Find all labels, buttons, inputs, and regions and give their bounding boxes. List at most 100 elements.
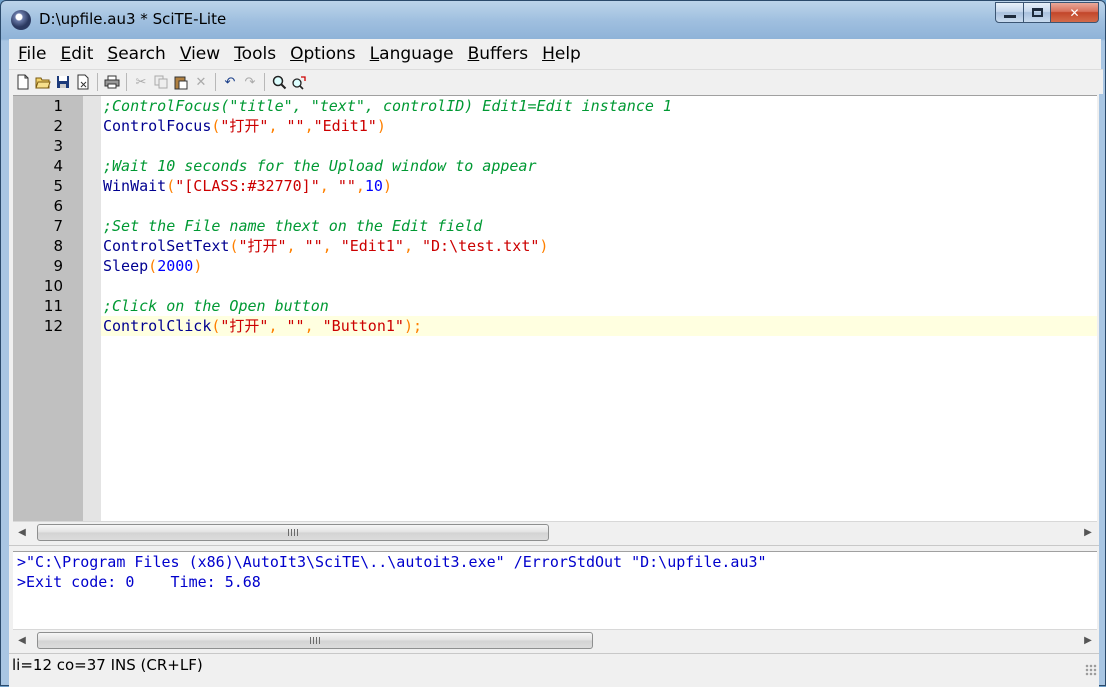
line-number: 12 (43, 317, 63, 335)
menu-options[interactable]: Options (283, 41, 363, 67)
scite-app-icon[interactable] (11, 10, 31, 30)
code-token: "D:\test.txt" (422, 237, 540, 255)
code-text: ;Click on the Open button (103, 296, 329, 316)
close-icon: ✕ (1069, 5, 1080, 20)
code-line[interactable]: 7 ;Set the File name thext on the Edit fi… (13, 216, 1097, 236)
code-token: , (355, 177, 365, 195)
code-token: ); (403, 317, 422, 335)
close-button[interactable]: ✕ (1051, 2, 1099, 23)
code-token: WinWait (103, 177, 167, 195)
delete-icon[interactable]: ✕ (191, 72, 211, 92)
code-line[interactable]: 10 (13, 276, 1097, 296)
menu-tools[interactable]: Tools (227, 41, 283, 67)
toolbar-separator (215, 73, 216, 91)
code-token: , (286, 237, 305, 255)
menu-mnemonic: E (60, 44, 72, 64)
menu-mnemonic: O (290, 44, 304, 64)
code-text: ControlSetText("打开", "", "Edit1", "D:\te… (103, 236, 548, 256)
paste-icon[interactable] (171, 72, 191, 92)
scroll-right-icon[interactable]: ▶ (1081, 634, 1095, 648)
line-number: 3 (53, 137, 63, 155)
code-token: ControlSetText (103, 237, 230, 255)
print-icon[interactable] (102, 72, 122, 92)
menu-mnemonic: H (542, 44, 555, 64)
title-bar[interactable]: D:\upfile.au3 * SciTE-Lite ✕ (1, 1, 1105, 39)
code-token: , (304, 317, 323, 335)
code-line[interactable]: 8 ControlSetText("打开", "", "Edit1", "D:\t… (13, 236, 1097, 256)
maximize-button[interactable] (1024, 2, 1051, 23)
new-file-icon[interactable] (13, 72, 33, 92)
menu-mnemonic: V (179, 44, 192, 64)
menu-label: ools (241, 44, 277, 64)
menu-search[interactable]: Search (100, 41, 172, 67)
menu-edit[interactable]: Edit (53, 41, 100, 67)
menu-mnemonic: L (369, 44, 380, 64)
code-line[interactable]: 12 ControlClick("打开", "", "Button1"); (13, 316, 1097, 336)
code-token: "Edit1" (340, 237, 404, 255)
code-line[interactable]: 3 (13, 136, 1097, 156)
menu-file[interactable]: File (11, 41, 53, 67)
save-icon[interactable] (53, 72, 73, 92)
code-line[interactable]: 1 ;ControlFocus("title", "text", controlI… (13, 96, 1097, 116)
close-file-icon[interactable] (73, 72, 93, 92)
open-folder-icon[interactable] (33, 72, 53, 92)
menu-label: iew (191, 44, 221, 64)
menu-help[interactable]: Help (535, 41, 588, 67)
code-token: ControlClick (103, 317, 212, 335)
menu-label: earch (118, 44, 166, 64)
editor-horizontal-scrollbar[interactable]: ◀ ▶ (13, 521, 1097, 544)
code-token: ) (382, 177, 392, 195)
redo-icon[interactable]: ↷ (240, 72, 260, 92)
toolbar: ✂ ✕ ↶ ↷ (9, 69, 1103, 94)
code-line[interactable]: 11 ;Click on the Open button (13, 296, 1097, 316)
code-token: "" (286, 317, 305, 335)
code-line[interactable]: 2 ControlFocus("打开", "","Edit1") (13, 116, 1097, 136)
minimize-button[interactable] (995, 2, 1024, 23)
replace-icon[interactable] (289, 72, 309, 92)
find-icon[interactable] (269, 72, 289, 92)
code-line[interactable]: 9 Sleep(2000) (13, 256, 1097, 276)
line-number: 8 (53, 237, 63, 255)
code-token: "Button1" (322, 317, 404, 335)
maximize-icon (1031, 8, 1043, 17)
code-token: ( (148, 257, 158, 275)
status-text: li=12 co=37 INS (CR+LF) (12, 656, 203, 674)
undo-icon[interactable]: ↶ (220, 72, 240, 92)
code-token: ;Wait 10 seconds for the Upload window t… (103, 157, 537, 175)
resize-grip-icon[interactable] (1085, 664, 1097, 676)
menu-view[interactable]: View (173, 41, 227, 67)
scroll-left-icon[interactable]: ◀ (15, 526, 29, 540)
toolbar-separator (97, 73, 98, 91)
code-token: "打开" (220, 317, 269, 335)
code-text: ;ControlFocus("title", "text", controlID… (103, 96, 672, 116)
code-token: "" (286, 117, 305, 135)
editor-scroll-thumb[interactable] (37, 524, 549, 541)
code-text: ;Set the File name thext on the Edit fie… (103, 216, 482, 236)
code-text: ControlFocus("打开", "","Edit1") (103, 116, 386, 136)
code-line[interactable]: 4 ;Wait 10 seconds for the Upload window … (13, 156, 1097, 176)
code-text: ;Wait 10 seconds for the Upload window t… (103, 156, 536, 176)
code-token: 10 (364, 177, 383, 195)
output-horizontal-scrollbar[interactable]: ◀ ▶ (13, 629, 1097, 652)
copy-icon[interactable] (151, 72, 171, 92)
scroll-right-icon[interactable]: ▶ (1081, 526, 1095, 540)
code-token: , (322, 237, 341, 255)
output-scroll-thumb[interactable] (37, 632, 593, 649)
code-token: ;ControlFocus("title", "text", controlID… (103, 97, 672, 115)
output-line: >"C:\Program Files (x86)\AutoIt3\SciTE\.… (17, 553, 767, 571)
code-token: , (268, 317, 287, 335)
menu-buffers[interactable]: Buffers (461, 41, 535, 67)
output-pane[interactable]: >"C:\Program Files (x86)\AutoIt3\SciTE\.… (13, 551, 1097, 630)
line-number: 9 (53, 257, 63, 275)
code-token: "打开" (238, 237, 287, 255)
scroll-left-icon[interactable]: ◀ (15, 634, 29, 648)
cut-icon[interactable]: ✂ (131, 72, 151, 92)
code-editor[interactable]: 1 ;ControlFocus("title", "text", controlI… (13, 95, 1097, 522)
code-line[interactable]: 5 WinWait("[CLASS:#32770]", "",10) (13, 176, 1097, 196)
code-line[interactable]: 6 (13, 196, 1097, 216)
menu-bar: File Edit Search View Tools Options Language Bu… (9, 39, 1101, 69)
menu-language[interactable]: Language (363, 41, 461, 67)
menu-mnemonic: T (234, 44, 242, 64)
status-bar: li=12 co=37 INS (CR+LF) (9, 653, 1099, 678)
line-number: 10 (43, 277, 63, 295)
